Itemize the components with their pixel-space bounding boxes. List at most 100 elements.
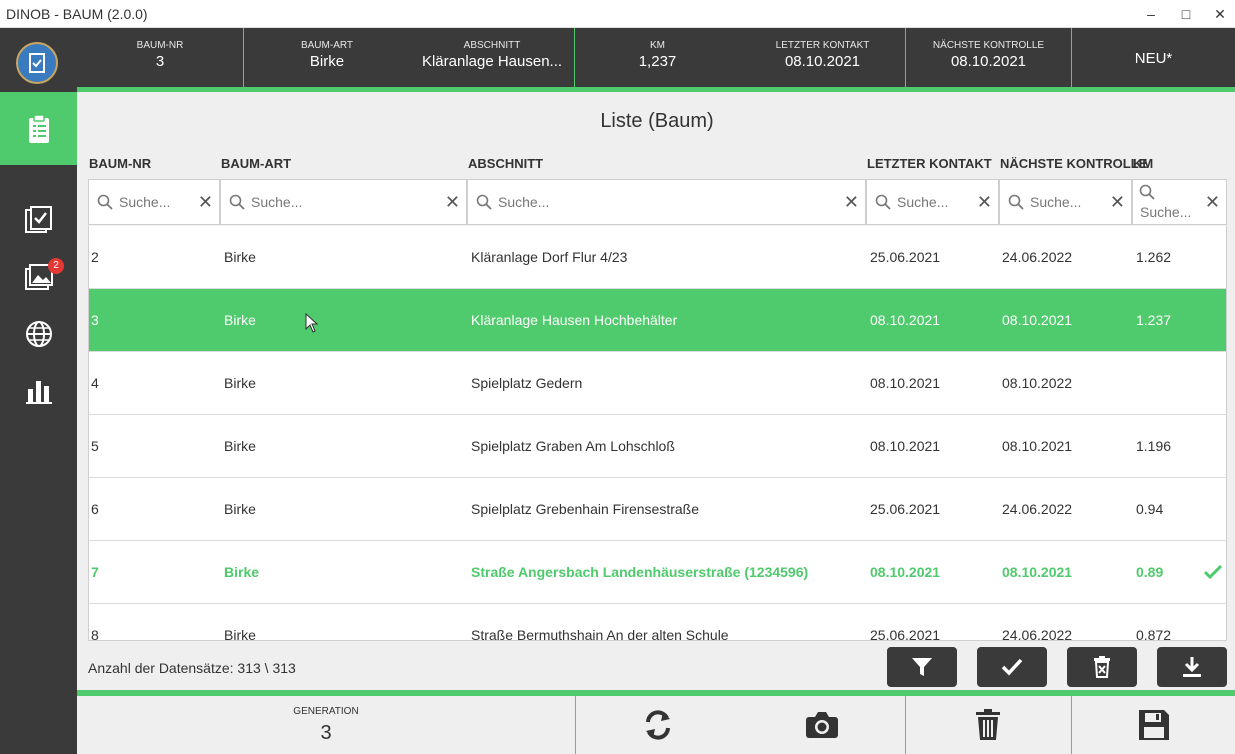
cell-baum-art: Birke — [224, 564, 260, 580]
clear-filter-icon[interactable]: ✕ — [198, 192, 213, 213]
column-header-abschnitt[interactable]: ABSCHNITT — [468, 156, 543, 171]
minimize-button[interactable]: – — [1141, 4, 1161, 24]
cell-naechste-kontrolle: 24.06.2022 — [1002, 249, 1073, 265]
search-icon — [1139, 184, 1155, 200]
cell-abschnitt: Spielplatz Graben Am Lohschloß — [471, 438, 675, 454]
cell-abschnitt: Straße Angersbach Landenhäuserstraße (12… — [471, 564, 809, 580]
header-accent-line — [77, 87, 1235, 92]
save-button[interactable] — [1134, 705, 1174, 745]
clear-filter-icon[interactable]: ✕ — [1110, 192, 1125, 213]
header-abschnitt: ABSCHNITT Kläranlage Hausen... — [410, 28, 574, 87]
camera-icon — [806, 712, 838, 738]
table-row[interactable]: 4 Birke Spielplatz Gedern 08.10.2021 08.… — [89, 352, 1226, 415]
search-placeholder: Suche... — [251, 194, 303, 210]
export-button[interactable] — [1157, 647, 1227, 687]
abschnitt-label: ABSCHNITT — [463, 40, 521, 51]
baum-nr-value: 3 — [155, 53, 165, 70]
footer-divider — [905, 696, 906, 754]
globe-icon — [25, 321, 52, 347]
filter-button[interactable] — [887, 647, 957, 687]
search-placeholder: Suche... — [1140, 204, 1192, 220]
filter-km[interactable]: Suche... ✕ — [1133, 180, 1226, 224]
table-row-selected[interactable]: 3 Birke Kläranlage Hausen Hochbehälter 0… — [89, 289, 1226, 352]
refresh-button[interactable] — [638, 705, 678, 745]
download-icon — [1183, 657, 1201, 677]
cell-abschnitt: Spielplatz Gedern — [471, 375, 583, 391]
table-row[interactable]: 6 Birke Spielplatz Grebenhain Firensestr… — [89, 478, 1226, 541]
title-bar: DINOB - BAUM (2.0.0) – □ ✕ — [0, 0, 1235, 28]
app-logo[interactable] — [16, 42, 58, 84]
search-placeholder: Suche... — [119, 194, 171, 210]
cell-baum-art: Birke — [224, 501, 256, 517]
bar-chart-icon — [25, 381, 52, 404]
table-row-checked[interactable]: 7 Birke Straße Angersbach Landenhäuserst… — [89, 541, 1226, 604]
table-row[interactable]: 5 Birke Spielplatz Graben Am Lohschloß 0… — [89, 415, 1226, 478]
sidebar-item-inspections[interactable] — [0, 195, 77, 245]
window-title: DINOB - BAUM (2.0.0) — [6, 6, 148, 22]
cell-letzter-kontakt: 08.10.2021 — [870, 375, 941, 391]
search-placeholder: Suche... — [498, 194, 550, 210]
cell-baum-nr: 8 — [91, 627, 99, 641]
maximize-button[interactable]: □ — [1176, 4, 1196, 24]
cell-abschnitt: Kläranlage Dorf Flur 4/23 — [471, 249, 628, 265]
search-icon — [97, 194, 113, 210]
cell-baum-nr: 2 — [91, 249, 99, 265]
column-header-naechste-kontrolle[interactable]: NÄCHSTE KONTROLLE — [1000, 156, 1147, 171]
filter-baum-art[interactable]: Suche... ✕ — [221, 180, 468, 224]
cell-km: 0.94 — [1136, 501, 1164, 517]
baum-art-value: Birke — [309, 53, 345, 70]
check-icon — [1001, 658, 1023, 676]
new-record-label: NEU* — [1134, 50, 1173, 67]
select-button[interactable] — [977, 647, 1047, 687]
filter-abschnitt[interactable]: Suche... ✕ — [468, 180, 867, 224]
delete-button[interactable] — [968, 705, 1008, 745]
naechste-kontrolle-value: 08.10.2021 — [950, 53, 1027, 70]
new-record-button[interactable]: NEU* — [1072, 28, 1235, 87]
cell-baum-art: Birke — [224, 438, 256, 454]
column-header-km[interactable]: KM — [1133, 156, 1153, 171]
header-naechste-kontrolle: NÄCHSTE KONTROLLE 08.10.2021 — [906, 28, 1071, 87]
delete-selection-button[interactable] — [1067, 647, 1137, 687]
cell-abschnitt: Spielplatz Grebenhain Firensestraße — [471, 501, 700, 517]
search-placeholder: Suche... — [897, 194, 949, 210]
cell-naechste-kontrolle: 24.06.2022 — [1002, 501, 1073, 517]
footer-divider — [1071, 696, 1072, 754]
letzter-kontakt-value: 08.10.2021 — [784, 53, 861, 70]
column-header-baum-nr[interactable]: BAUM-NR — [89, 156, 151, 171]
baum-nr-label: BAUM-NR — [136, 40, 184, 51]
trash-x-icon — [1094, 656, 1110, 678]
filter-letzter-kontakt[interactable]: Suche... ✕ — [867, 180, 1000, 224]
record-count: Anzahl der Datensätze: 313 \ 313 — [88, 660, 296, 676]
clear-filter-icon[interactable]: ✕ — [844, 192, 859, 213]
header-km: KM 1,237 — [575, 28, 740, 87]
cell-baum-nr: 3 — [91, 312, 99, 328]
close-button[interactable]: ✕ — [1210, 4, 1230, 24]
cell-letzter-kontakt: 25.06.2021 — [870, 249, 941, 265]
cell-baum-nr: 7 — [91, 564, 99, 580]
filter-naechste-kontrolle[interactable]: Suche... ✕ — [1000, 180, 1133, 224]
cell-letzter-kontakt: 08.10.2021 — [870, 438, 941, 454]
sidebar-item-photos[interactable]: 2 — [0, 252, 77, 302]
header-letzter-kontakt: LETZTER KONTAKT 08.10.2021 — [740, 28, 905, 87]
sidebar-item-statistics[interactable] — [0, 366, 77, 416]
filter-baum-nr[interactable]: Suche... ✕ — [89, 180, 221, 224]
cell-baum-art: Birke — [224, 627, 256, 641]
letzter-kontakt-label: LETZTER KONTAKT — [775, 40, 870, 51]
column-header-baum-art[interactable]: BAUM-ART — [221, 156, 291, 171]
table-row[interactable]: 8 Birke Straße Bermuthshain An der alten… — [89, 604, 1226, 641]
cell-km: 1.196 — [1136, 438, 1172, 454]
data-grid: 2 Birke Kläranlage Dorf Flur 4/23 25.06.… — [88, 226, 1227, 641]
generation-value: 3 — [320, 722, 332, 744]
sidebar-item-map[interactable] — [0, 309, 77, 359]
clear-filter-icon[interactable]: ✕ — [977, 192, 992, 213]
cell-naechste-kontrolle: 08.10.2021 — [1002, 312, 1073, 328]
column-header-letzter-kontakt[interactable]: LETZTER KONTAKT — [867, 156, 992, 171]
sidebar-item-list[interactable] — [0, 92, 77, 165]
baum-art-label: BAUM-ART — [300, 40, 354, 51]
camera-button[interactable] — [802, 705, 842, 745]
km-label: KM — [650, 40, 665, 51]
table-row[interactable]: 2 Birke Kläranlage Dorf Flur 4/23 25.06.… — [89, 226, 1226, 289]
search-icon — [875, 194, 891, 210]
clear-filter-icon[interactable]: ✕ — [445, 192, 460, 213]
clear-filter-icon[interactable]: ✕ — [1205, 192, 1220, 213]
